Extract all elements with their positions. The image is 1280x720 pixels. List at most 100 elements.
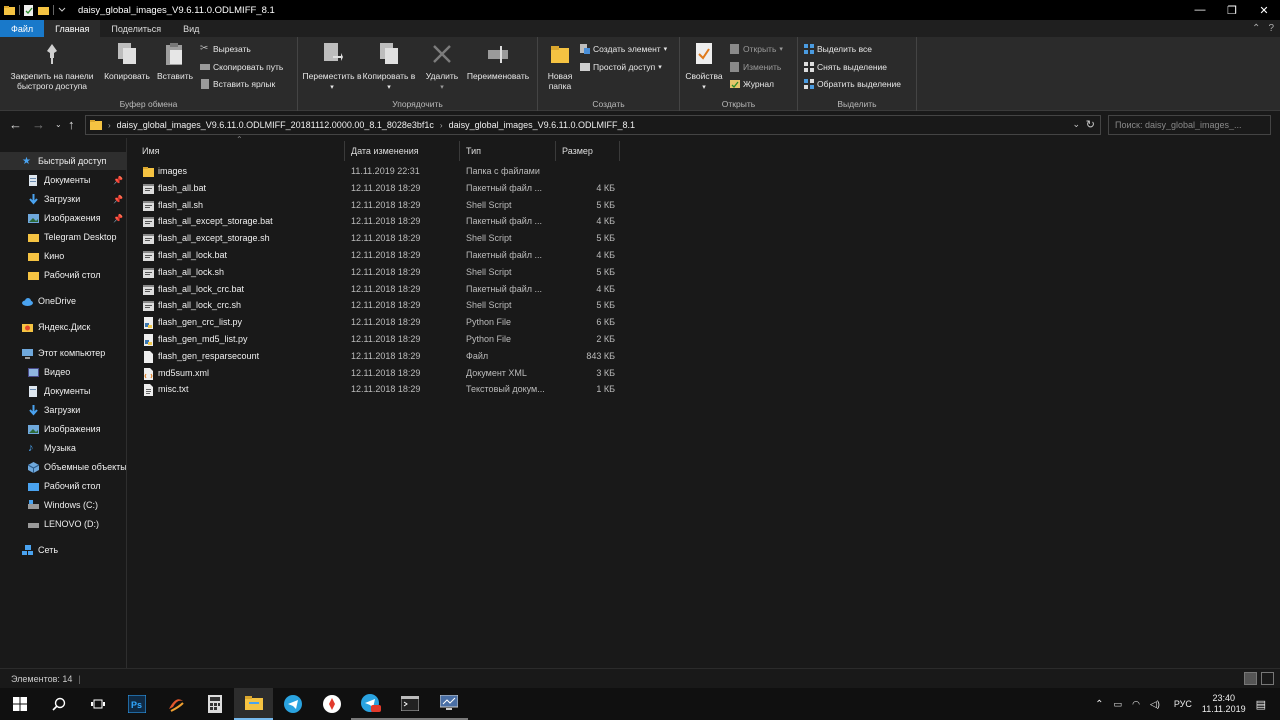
language-indicator[interactable]: РУС bbox=[1174, 699, 1192, 709]
nav-item-network[interactable]: Сеть bbox=[0, 541, 126, 559]
breadcrumb-chevron-icon[interactable]: › bbox=[108, 121, 111, 130]
new-item-button[interactable]: Создать элемент ▾ bbox=[580, 42, 667, 56]
help-icon[interactable]: ? bbox=[1268, 23, 1274, 34]
tab-home[interactable]: Главная bbox=[44, 20, 101, 37]
select-none-button[interactable]: Снять выделение bbox=[804, 60, 887, 74]
tab-share[interactable]: Поделиться bbox=[100, 20, 172, 37]
task-view-icon[interactable] bbox=[78, 688, 117, 720]
table-row[interactable]: flash_all.sh 12.11.2018 18:29 Shell Script… bbox=[138, 198, 628, 214]
calculator-icon[interactable] bbox=[195, 688, 234, 720]
paste-button[interactable]: Вставить bbox=[154, 41, 196, 81]
nav-item-video[interactable]: Видео bbox=[0, 363, 126, 381]
search-input[interactable] bbox=[1115, 120, 1255, 130]
photoshop-icon[interactable]: Ps bbox=[117, 688, 156, 720]
details-view-icon[interactable] bbox=[1244, 672, 1257, 685]
select-all-button[interactable]: Выделить все bbox=[804, 42, 872, 56]
large-icons-view-icon[interactable] bbox=[1261, 672, 1274, 685]
nav-item-pictures-pc[interactable]: Изображения bbox=[0, 420, 126, 438]
terminal-icon[interactable] bbox=[390, 688, 429, 720]
nav-item-documents[interactable]: Документы 📌 bbox=[0, 171, 126, 189]
delete-button[interactable]: Удалить ▾ bbox=[420, 41, 464, 93]
address-dropdown-icon[interactable]: ⌄ bbox=[1072, 119, 1080, 130]
back-arrow-icon[interactable]: ← bbox=[9, 117, 22, 132]
table-row[interactable]: flash_gen_crc_list.py 12.11.2018 18:29 Pyt… bbox=[138, 315, 628, 331]
properties-button[interactable]: Свойства ▾ bbox=[682, 41, 726, 93]
nav-item-drive-c[interactable]: Windows (C:) bbox=[0, 496, 126, 514]
clock[interactable]: 23:40 11.11.2019 bbox=[1202, 693, 1246, 715]
nav-item-yandex-disk[interactable]: Яндекс.Диск bbox=[0, 318, 126, 336]
nav-item-this-pc[interactable]: Этот компьютер bbox=[0, 344, 126, 362]
tab-file[interactable]: Файл bbox=[0, 20, 45, 37]
move-to-button[interactable]: Переместить в ▾ bbox=[302, 41, 362, 93]
nav-item-drive-d[interactable]: LENOVO (D:) bbox=[0, 515, 126, 533]
maximize-button[interactable]: ❐ bbox=[1216, 0, 1248, 20]
nav-item-quick-access[interactable]: ★ Быстрый доступ bbox=[0, 152, 126, 170]
paste-shortcut-button[interactable]: Вставить ярлык bbox=[200, 77, 275, 91]
column-header-type[interactable]: Тип bbox=[460, 141, 556, 161]
refresh-icon[interactable]: ↻ bbox=[1086, 118, 1095, 131]
address-bar[interactable]: › daisy_global_images_V9.6.11.0.ODLMIFF_… bbox=[85, 115, 1101, 135]
show-hidden-icons-icon[interactable]: ⌃ bbox=[1095, 699, 1103, 710]
search-box[interactable] bbox=[1108, 115, 1271, 135]
table-row[interactable]: images 11.11.2019 22:31 Папка с файлами bbox=[138, 164, 628, 180]
new-folder-button[interactable]: Новая папка bbox=[542, 41, 578, 91]
wifi-icon[interactable]: ◠ bbox=[1132, 699, 1140, 710]
table-row[interactable]: flash_all_lock_crc.bat 12.11.2018 18:29 Па… bbox=[138, 282, 628, 298]
chevron-down-icon[interactable] bbox=[58, 6, 66, 14]
column-header-name[interactable]: Имя bbox=[136, 141, 345, 161]
table-row[interactable]: flash_all_lock_crc.sh 12.11.2018 18:29 She… bbox=[138, 298, 628, 314]
pin-quick-access-button[interactable]: Закрепить на панели быстрого доступа bbox=[4, 41, 100, 91]
table-row[interactable]: flash_all_except_storage.sh 12.11.2018 18… bbox=[138, 231, 628, 247]
new-folder-icon[interactable] bbox=[38, 5, 49, 16]
close-button[interactable]: ✕ bbox=[1248, 0, 1280, 20]
table-row[interactable]: md5sum.xml 12.11.2018 18:29 Документ XML 3 … bbox=[138, 366, 628, 382]
yandex-browser-icon[interactable] bbox=[312, 688, 351, 720]
table-row[interactable]: flash_gen_md5_list.py 12.11.2018 18:29 Pyt… bbox=[138, 332, 628, 348]
edit-button[interactable]: Изменить bbox=[730, 60, 781, 74]
file-explorer-icon[interactable] bbox=[234, 688, 273, 720]
breadcrumb-chevron-icon[interactable]: › bbox=[440, 121, 443, 130]
recent-locations-chevron-icon[interactable]: ⌄ bbox=[55, 120, 62, 129]
easy-access-button[interactable]: Простой доступ ▾ bbox=[580, 60, 662, 74]
properties-icon[interactable] bbox=[24, 4, 34, 16]
app-swirl-icon[interactable] bbox=[156, 688, 195, 720]
column-header-date[interactable]: Дата изменения bbox=[345, 141, 460, 161]
nav-item-desktop-quick[interactable]: Рабочий стол bbox=[0, 266, 126, 284]
pin-icon[interactable]: 📌 bbox=[113, 214, 123, 223]
cut-button[interactable]: ✂ Вырезать bbox=[200, 42, 251, 56]
invert-selection-button[interactable]: Обратить выделение bbox=[804, 77, 901, 91]
pin-icon[interactable]: 📌 bbox=[113, 195, 123, 204]
folder-icon[interactable] bbox=[4, 5, 15, 16]
open-button[interactable]: Открыть ▾ bbox=[730, 42, 783, 56]
breadcrumb-item[interactable]: daisy_global_images_V9.6.11.0.ODLMIFF_8.… bbox=[449, 120, 635, 130]
device-icon[interactable]: ▭ bbox=[1114, 699, 1123, 710]
history-button[interactable]: Журнал bbox=[730, 77, 774, 91]
notifications-icon[interactable]: ▤ bbox=[1256, 698, 1266, 711]
nav-item-desktop-pc[interactable]: Рабочий стол bbox=[0, 477, 126, 495]
table-row[interactable]: misc.txt 12.11.2018 18:29 Текстовый докум.… bbox=[138, 382, 628, 398]
forward-arrow-icon[interactable]: → bbox=[32, 117, 45, 132]
collapse-ribbon-icon[interactable]: ⌃ bbox=[1252, 23, 1260, 34]
column-header-size[interactable]: Размер bbox=[556, 141, 620, 161]
pin-icon[interactable]: 📌 bbox=[113, 176, 123, 185]
table-row[interactable]: flash_all_lock.sh 12.11.2018 18:29 Shell S… bbox=[138, 265, 628, 281]
nav-item-3d-objects[interactable]: Объемные объекты bbox=[0, 458, 126, 476]
table-row[interactable]: flash_all_lock.bat 12.11.2018 18:29 Пакетн… bbox=[138, 248, 628, 264]
search-icon[interactable] bbox=[39, 688, 78, 720]
nav-item-downloads[interactable]: Загрузки 📌 bbox=[0, 190, 126, 208]
volume-icon[interactable]: ◁) bbox=[1150, 699, 1160, 710]
breadcrumb-item[interactable]: daisy_global_images_V9.6.11.0.ODLMIFF_20… bbox=[117, 120, 434, 130]
nav-item-onedrive[interactable]: OneDrive bbox=[0, 292, 126, 310]
nav-item-kino[interactable]: Кино bbox=[0, 247, 126, 265]
copy-button[interactable]: Копировать bbox=[100, 41, 154, 81]
nav-item-pictures[interactable]: Изображения 📌 bbox=[0, 209, 126, 227]
nav-item-downloads-pc[interactable]: Загрузки bbox=[0, 401, 126, 419]
copy-path-button[interactable]: Скопировать путь bbox=[200, 60, 283, 74]
monitor-app-icon[interactable] bbox=[429, 688, 468, 720]
up-arrow-icon[interactable]: ↑ bbox=[68, 117, 75, 132]
nav-item-telegram-desktop[interactable]: Telegram Desktop bbox=[0, 228, 126, 246]
telegram-badge-icon[interactable] bbox=[351, 688, 390, 720]
nav-item-music[interactable]: ♪ Музыка bbox=[0, 439, 126, 457]
table-row[interactable]: flash_gen_resparsecount 12.11.2018 18:29 Ф… bbox=[138, 349, 628, 365]
rename-button[interactable]: Переименовать bbox=[462, 41, 534, 81]
